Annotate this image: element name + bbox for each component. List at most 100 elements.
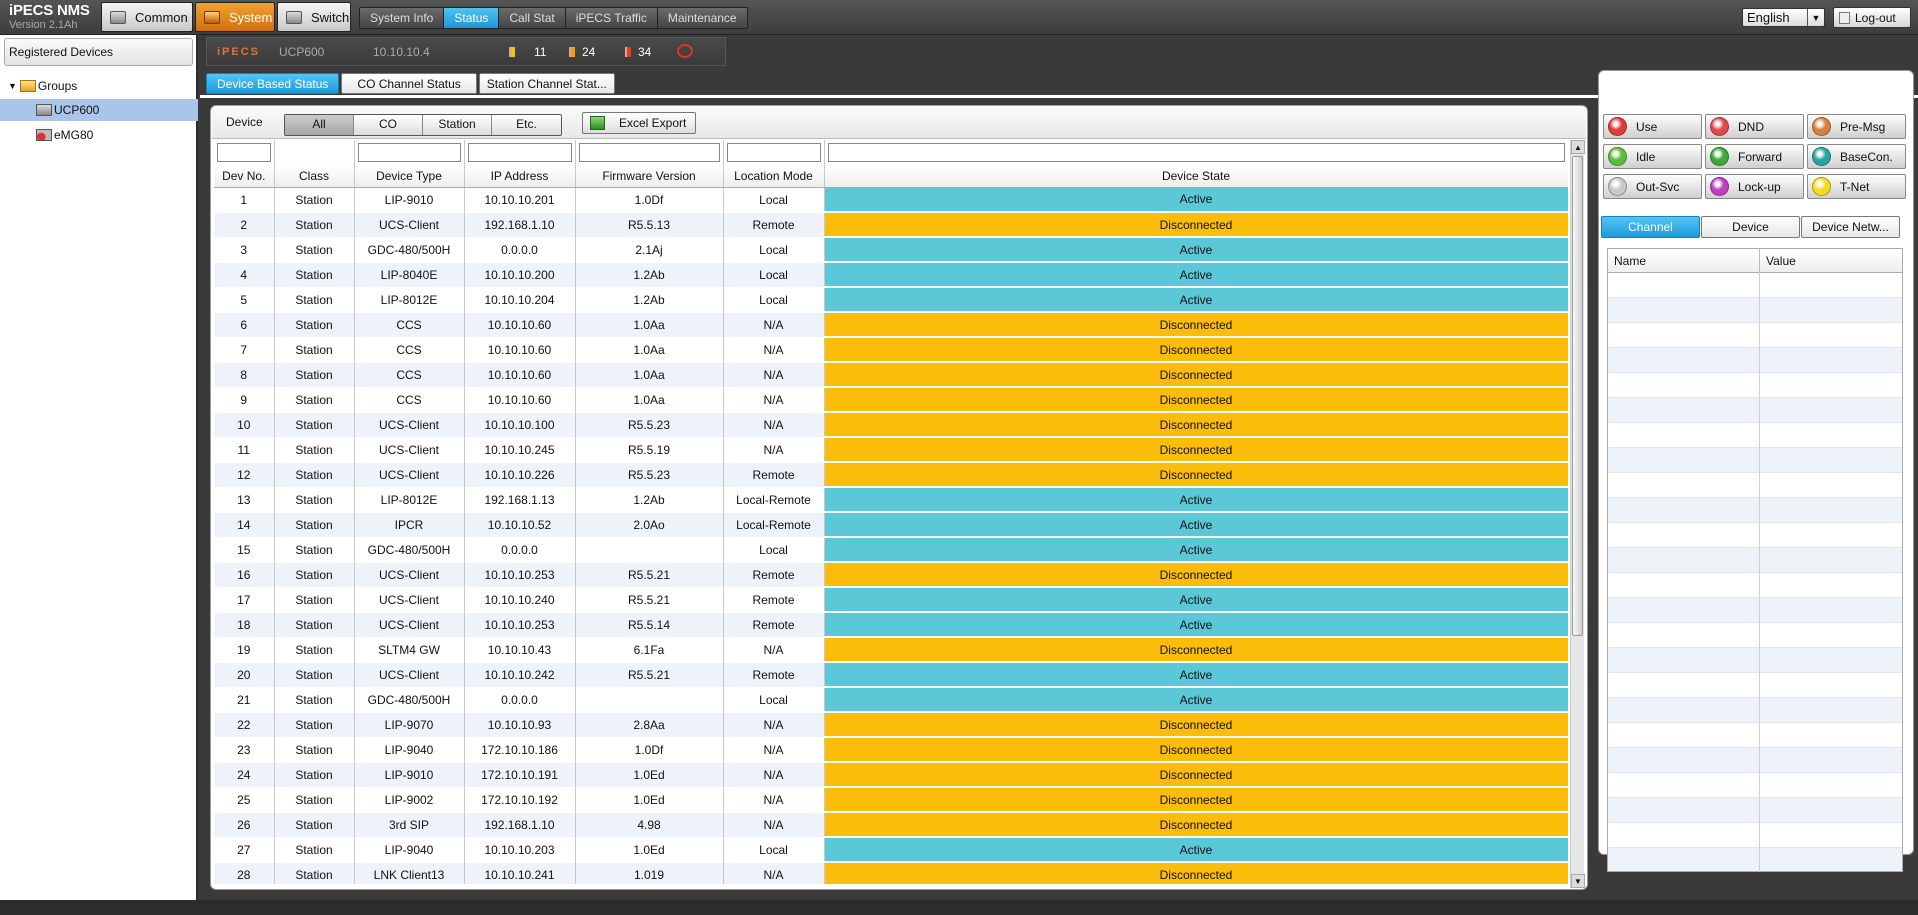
tab-device-network[interactable]: Device Netw... <box>1801 216 1900 238</box>
col-ip-address[interactable]: IP Address <box>464 165 576 188</box>
col-location-mode[interactable]: Location Mode <box>723 165 825 188</box>
legend-t-net-button[interactable]: T-Net <box>1807 174 1906 199</box>
table-row[interactable]: 24 Station LIP-9010 172.10.10.191 1.0Ed N/A Di… <box>214 762 1568 788</box>
table-row[interactable]: 26 Station 3rd SIP 192.168.1.10 4.98 N/A Disco… <box>214 812 1568 838</box>
scroll-up-icon[interactable]: ▲ <box>1571 140 1585 154</box>
red-flag-icon <box>625 47 634 57</box>
table-row[interactable]: 13 Station LIP-8012E 192.168.1.13 1.2Ab Local… <box>214 487 1568 513</box>
filter-ip-input[interactable] <box>467 143 572 162</box>
table-row[interactable]: 17 Station UCS-Client 10.10.10.240 R5.5.21 Re… <box>214 587 1568 613</box>
table-row[interactable]: 20 Station UCS-Client 10.10.10.242 R5.5.21 Re… <box>214 662 1568 688</box>
legend-pre-msg-button[interactable]: Pre-Msg <box>1807 114 1906 139</box>
col-dev-no[interactable]: Dev No. <box>214 165 275 188</box>
legend-idle-button[interactable]: Idle <box>1603 144 1702 169</box>
tab-co-channel-status[interactable]: CO Channel Status <box>341 73 477 94</box>
table-row[interactable]: 10 Station UCS-Client 10.10.10.100 R5.5.23 N/… <box>214 412 1568 438</box>
filter-state-input[interactable] <box>827 143 1565 162</box>
device-model: UCP600 <box>279 45 325 59</box>
subtab-call-stat[interactable]: Call Stat <box>499 8 566 28</box>
logout-button[interactable]: Log-out <box>1833 7 1911 28</box>
tab-device[interactable]: Device <box>1701 216 1800 238</box>
tree-root-groups[interactable]: ▼ Groups <box>0 75 198 97</box>
tab-station-channel-status[interactable]: Station Channel Stat... <box>478 73 615 94</box>
col-class[interactable]: Class <box>274 165 355 188</box>
filter-co[interactable]: CO <box>354 115 423 135</box>
table-row[interactable]: 28 Station LNK Client13 10.10.10.241 1.019 N/… <box>214 862 1568 884</box>
tree-item-emg80[interactable]: eMG80 <box>0 124 198 146</box>
cell-class: Station <box>274 812 355 837</box>
expand-icon[interactable]: ▼ <box>8 75 17 97</box>
cell-dev-no: 20 <box>214 662 275 687</box>
subtab-status[interactable]: Status <box>444 8 500 28</box>
table-row[interactable]: 8 Station CCS 10.10.10.60 1.0Aa N/A Disconnect… <box>214 362 1568 388</box>
sidebar: Registered Devices ▼ Groups UCP600 eMG80 <box>0 35 198 900</box>
col-device-state[interactable]: Device State <box>824 165 1568 188</box>
cell-device-type: LNK Client13 <box>354 862 465 884</box>
tree-item-ucp600[interactable]: UCP600 <box>0 99 198 121</box>
tab-device-based-status[interactable]: Device Based Status <box>206 73 340 94</box>
scroll-down-icon[interactable]: ▼ <box>1571 874 1585 888</box>
subtab-system-info[interactable]: System Info <box>360 8 445 28</box>
language-select[interactable]: English ▼ <box>1742 8 1825 27</box>
table-row[interactable]: 27 Station LIP-9040 10.10.10.203 1.0Ed Local A… <box>214 837 1568 863</box>
name-value-row <box>1608 773 1902 798</box>
table-row[interactable]: 7 Station CCS 10.10.10.60 1.0Aa N/A Disconnect… <box>214 337 1568 363</box>
filter-all[interactable]: All <box>285 115 354 135</box>
table-row[interactable]: 19 Station SLTM4 GW 10.10.10.43 6.1Fa N/A Disc… <box>214 637 1568 663</box>
cell-location: N/A <box>723 812 825 837</box>
cell-firmware: 1.2Ab <box>575 287 724 312</box>
legend-lock-up-button[interactable]: Lock-up <box>1705 174 1804 199</box>
legend-out-svc-button[interactable]: Out-Svc <box>1603 174 1702 199</box>
table-row[interactable]: 1 Station LIP-9010 10.10.10.201 1.0Df Local Ac… <box>214 187 1568 213</box>
alarm-off-icon[interactable] <box>677 44 693 58</box>
table-row[interactable]: 14 Station IPCR 10.10.10.52 2.0Ao Local-Remot… <box>214 512 1568 538</box>
table-row[interactable]: 12 Station UCS-Client 10.10.10.226 R5.5.23 Re… <box>214 462 1568 488</box>
table-row[interactable]: 15 Station GDC-480/500H 0.0.0.0 Local Active <box>214 537 1568 563</box>
filter-station[interactable]: Station <box>423 115 492 135</box>
view-tabs: Device Based Status CO Channel Status St… <box>206 73 615 94</box>
filter-firmware-input[interactable] <box>578 143 720 162</box>
table-row[interactable]: 6 Station CCS 10.10.10.60 1.0Aa N/A Disconnect… <box>214 312 1568 338</box>
cell-state: Disconnected <box>824 212 1568 238</box>
subtab-ipecs-traffic[interactable]: iPECS Traffic <box>565 8 658 28</box>
subtab-maintenance[interactable]: Maintenance <box>657 8 747 28</box>
cell-location: Local-Remote <box>723 487 825 512</box>
table-row[interactable]: 9 Station CCS 10.10.10.60 1.0Aa N/A Disconnect… <box>214 387 1568 413</box>
table-row[interactable]: 21 Station GDC-480/500H 0.0.0.0 Local Active <box>214 687 1568 713</box>
legend-use-button[interactable]: Use <box>1603 114 1702 139</box>
tab-switch[interactable]: Switch <box>277 2 351 32</box>
cell-location: N/A <box>723 762 825 787</box>
cell-device-type: LIP-8040E <box>354 262 465 287</box>
scroll-thumb[interactable] <box>1572 156 1583 636</box>
table-row[interactable]: 2 Station UCS-Client 192.168.1.10 R5.5.13 Rem… <box>214 212 1568 238</box>
table-row[interactable]: 16 Station UCS-Client 10.10.10.253 R5.5.21 Re… <box>214 562 1568 588</box>
table-scrollbar[interactable]: ▲ ▼ <box>1570 140 1585 888</box>
app-logo: iPECS NMS Version 2.1Ah <box>9 3 90 32</box>
tab-channel[interactable]: Channel <box>1601 216 1700 238</box>
table-row[interactable]: 4 Station LIP-8040E 10.10.10.200 1.2Ab Local A… <box>214 262 1568 288</box>
table-row[interactable]: 5 Station LIP-8012E 10.10.10.204 1.2Ab Local A… <box>214 287 1568 313</box>
excel-export-button[interactable]: Excel Export <box>582 112 696 134</box>
col-firmware[interactable]: Firmware Version <box>575 165 724 188</box>
filter-devno-input[interactable] <box>217 143 271 162</box>
filter-location-input[interactable] <box>726 143 821 162</box>
legend-basecon--button[interactable]: BaseCon. <box>1807 144 1906 169</box>
table-row[interactable]: 18 Station UCS-Client 10.10.10.253 R5.5.14 Re… <box>214 612 1568 638</box>
col-device-type[interactable]: Device Type <box>354 165 465 188</box>
legend-dnd-button[interactable]: DND <box>1705 114 1804 139</box>
cell-ip: 10.10.10.253 <box>464 612 576 637</box>
cell-device-type: CCS <box>354 312 465 337</box>
cell-state: Disconnected <box>824 387 1568 413</box>
table-row[interactable]: 3 Station GDC-480/500H 0.0.0.0 2.1Aj Local Act… <box>214 237 1568 263</box>
tab-common[interactable]: Common <box>101 2 193 32</box>
table-row[interactable]: 22 Station LIP-9070 10.10.10.93 2.8Aa N/A Disc… <box>214 712 1568 738</box>
legend-forward-button[interactable]: Forward <box>1705 144 1804 169</box>
tab-system[interactable]: System <box>195 2 275 32</box>
filter-etc[interactable]: Etc. <box>492 115 561 135</box>
filter-devtype-input[interactable] <box>357 143 461 162</box>
table-row[interactable]: 23 Station LIP-9040 172.10.10.186 1.0Df N/A Di… <box>214 737 1568 763</box>
cell-state: Active <box>824 262 1568 288</box>
table-row[interactable]: 25 Station LIP-9002 172.10.10.192 1.0Ed N/A Di… <box>214 787 1568 813</box>
cell-ip: 10.10.10.245 <box>464 437 576 462</box>
table-row[interactable]: 11 Station UCS-Client 10.10.10.245 R5.5.19 N/… <box>214 437 1568 463</box>
